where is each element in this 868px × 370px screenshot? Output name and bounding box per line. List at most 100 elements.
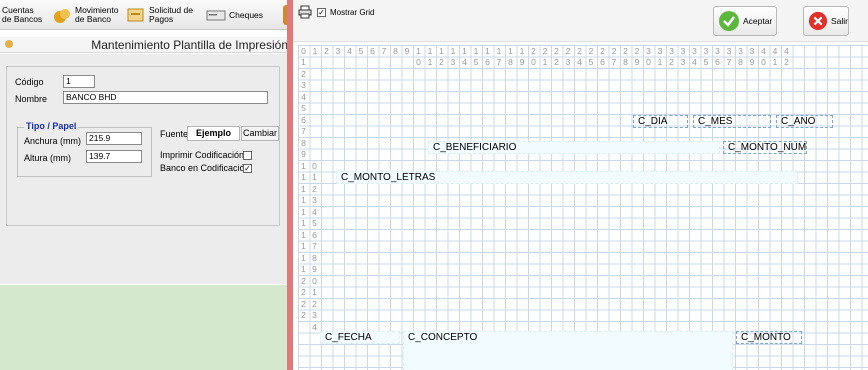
aceptar-button[interactable]: Aceptar <box>713 6 777 36</box>
ruler-top-tick: 2 <box>439 57 444 67</box>
ruler-left-tick: 8 <box>312 252 317 263</box>
banco-label: Banco en Codificación <box>160 163 250 173</box>
ruler-left-tick: 0 <box>312 275 317 286</box>
left-bottom-area <box>0 285 290 370</box>
mostrar-grid-checkbox[interactable]: ✓ <box>317 8 326 17</box>
check-icon <box>719 11 739 31</box>
ruler-top-tick: 3 <box>726 46 732 56</box>
ruler-top-tick: 0 <box>416 57 421 67</box>
ruler-top-tick: 6 <box>370 46 375 56</box>
ruler-left-tick: 1 <box>301 229 306 240</box>
field-monto[interactable]: C_MONTO <box>736 331 802 344</box>
form-title: Mantenimiento Plantilla de Impresión <box>91 38 288 52</box>
ruler-top-tick: 2 <box>634 46 640 56</box>
ruler-left-tick: 1 <box>301 160 306 171</box>
ruler-top-tick: 3 <box>703 46 709 56</box>
ruler-left-tick: 2 <box>301 298 306 309</box>
ruler-left-tick: 1 <box>301 252 306 263</box>
ruler-top-tick: 8 <box>508 57 513 67</box>
ruler-left-tick: 3 <box>301 80 306 90</box>
form-group: Código 1 Nombre BANCO BHD Tipo / Papel A… <box>6 66 280 226</box>
ruler-left-tick: 2 <box>301 310 306 320</box>
field-beneficiario[interactable]: C_BENEFICIARIO <box>428 141 720 154</box>
ruler-top-tick: 1 <box>427 46 433 56</box>
ruler-top-tick: 3 <box>680 57 686 67</box>
ruler-top-tick: 0 <box>531 57 536 67</box>
ruler-top-tick: 7 <box>611 57 617 67</box>
ruler-top-tick: 1 <box>427 57 433 67</box>
ruler-top-tick: 5 <box>703 57 709 67</box>
tipo-papel-group: Tipo / Papel Anchura (mm) 215.9 Altura (… <box>17 121 152 177</box>
ruler-top-tick: 9 <box>404 46 410 56</box>
ruler-top-tick: 4 <box>692 57 697 67</box>
ruler-top: 0123456789111111111122222222223333333333… <box>298 45 868 68</box>
field-dia[interactable]: C_DIA <box>633 115 688 128</box>
ruler-top-tick: 2 <box>324 46 329 56</box>
ruler-left-tick: 1 <box>301 195 306 205</box>
ruler-top-tick: 2 <box>623 46 628 56</box>
ruler-top-tick: 2 <box>784 57 789 67</box>
cheque-icon <box>206 5 226 25</box>
ruler-left-tick: 3 <box>312 195 317 205</box>
ruler-left-tick: 4 <box>312 206 317 217</box>
designer-panel: ✓ Mostrar Grid Aceptar Salir 01234567891… <box>293 0 868 370</box>
print-icon[interactable] <box>298 5 312 19</box>
ruler-top-tick: 1 <box>496 46 502 56</box>
imprimir-checkbox[interactable] <box>243 151 252 160</box>
ruler-top-tick: 3 <box>738 46 743 56</box>
ruler-top-tick: 8 <box>393 46 398 56</box>
salir-label: Salir <box>830 16 848 26</box>
main-toolbar: Cuentas de Bancos Movimiento de Banco So… <box>0 0 291 30</box>
ruler-top-tick: 7 <box>381 46 387 56</box>
ruler-top-tick: 9 <box>519 57 525 67</box>
toolbar-payment-request[interactable]: Solicitud de Pagos <box>126 3 193 27</box>
field-fecha[interactable]: C_FECHA <box>320 331 400 344</box>
ruler-left-tick: 2 <box>312 183 317 194</box>
field-monto-num[interactable]: C_MONTO_NUM <box>723 141 807 154</box>
field-monto-letras[interactable]: C_MONTO_LETRAS <box>336 171 798 184</box>
anchura-label: Anchura (mm) <box>24 136 82 146</box>
ruler-top-tick: 4 <box>577 57 582 67</box>
ruler-top-tick: 2 <box>588 46 594 56</box>
ruler-top-tick: 1 <box>772 57 778 67</box>
ruler-left-tick: 0 <box>312 160 317 171</box>
ruler-top-tick: 3 <box>680 46 686 56</box>
ruler-top-tick: 8 <box>623 57 628 67</box>
imprimir-label: Imprimir Codificación <box>160 150 245 160</box>
ruler-top-tick: 3 <box>669 46 674 56</box>
toolbar-bank-accounts[interactable]: Cuentas de Bancos <box>2 3 42 27</box>
tipo-papel-title: Tipo / Papel <box>24 121 79 131</box>
field-mes[interactable]: C_MES <box>693 115 771 128</box>
field-ano[interactable]: C_ANO <box>776 115 833 128</box>
ruler-top-tick: 5 <box>588 57 594 67</box>
ruler-top-tick: 4 <box>784 46 789 56</box>
design-grid[interactable]: 0123456789111111111122222222223333333333… <box>298 45 868 370</box>
ruler-top-tick: 1 <box>473 46 479 56</box>
ruler-top-tick: 1 <box>450 46 456 56</box>
salir-button[interactable]: Salir <box>803 6 849 36</box>
ruler-top-tick: 1 <box>519 46 525 56</box>
ruler-top-tick: 4 <box>761 46 766 56</box>
toolbar-bank-movement[interactable]: Movimiento de Banco <box>52 3 118 27</box>
codigo-input[interactable]: 1 <box>63 75 95 88</box>
ejemplo-tab[interactable]: Ejemplo <box>187 126 240 141</box>
ruler-left-tick: 5 <box>312 218 317 228</box>
ruler-left-tick: 1 <box>301 264 306 274</box>
cambiar-button[interactable]: Cambiar <box>241 126 279 141</box>
ruler-top-tick: 1 <box>508 46 513 56</box>
anchura-input[interactable]: 215.9 <box>86 132 142 145</box>
toolbar-cheques[interactable]: Cheques <box>206 3 263 27</box>
fuente-label: Fuente <box>160 129 189 139</box>
altura-input[interactable]: 139.7 <box>86 150 142 163</box>
ruler-left-tick: 9 <box>301 149 306 159</box>
ruler-left-tick: 7 <box>312 241 317 251</box>
nombre-input[interactable]: BANCO BHD <box>63 91 268 104</box>
ruler-top-tick: 3 <box>646 46 651 56</box>
banco-checkbox[interactable]: ✓ <box>243 164 252 173</box>
ruler-top-tick: 9 <box>634 57 640 67</box>
toolbar-payment-request-label: Solicitud de Pagos <box>149 5 193 24</box>
ruler-top-tick: 6 <box>600 57 605 67</box>
field-concepto[interactable]: C_CONCEPTO <box>403 331 733 370</box>
toolbar-cheques-label: Cheques <box>229 9 264 20</box>
payment-request-icon <box>126 5 146 25</box>
